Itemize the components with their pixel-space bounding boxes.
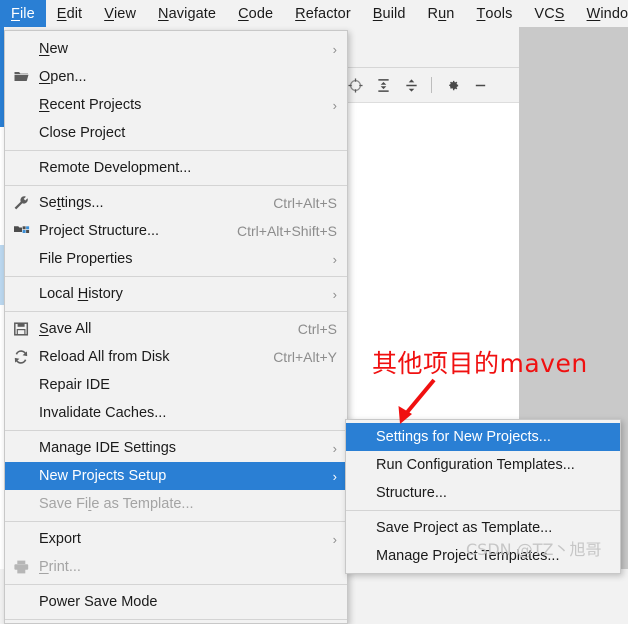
menu-item-save-all[interactable]: Save All Ctrl+S (5, 315, 347, 343)
menu-item-save-file-as-template: Save File as Template... (5, 490, 347, 518)
menubar-item-build[interactable]: Build (362, 0, 417, 27)
menu-item-close-project[interactable]: Close Project (5, 119, 347, 147)
menu-item-repair-ide[interactable]: Repair IDE (5, 371, 347, 399)
menu-item-label: New (39, 41, 69, 57)
menubar-item-code[interactable]: Code (227, 0, 284, 27)
menu-separator (5, 521, 347, 522)
menu-item-label: Recent Projects (39, 97, 142, 113)
menu-item-label: Open... (39, 69, 87, 85)
menu-separator (346, 510, 620, 511)
menubar-item-tools[interactable]: Tools (465, 0, 523, 27)
menubar-item-navigate[interactable]: Navigate (147, 0, 227, 27)
menubar-item-refactor[interactable]: Refactor (284, 0, 362, 27)
reload-icon (11, 348, 31, 366)
menu-item-print: Print... (5, 553, 347, 581)
menu-item-label: Close Project (39, 125, 126, 141)
watermark-text: CSDN @TZ丶旭哥 (466, 540, 602, 559)
menu-item-label: Remote Development... (39, 160, 192, 176)
menu-separator (5, 185, 347, 186)
menu-item-local-history[interactable]: Local History › (5, 280, 347, 308)
chevron-right-icon: › (332, 531, 337, 547)
menubar-item-view[interactable]: View (93, 0, 147, 27)
minimize-icon[interactable] (469, 74, 491, 96)
menubar-item-vcs[interactable]: VC S (523, 0, 575, 27)
annotation-arrow-icon (398, 378, 436, 424)
menu-bar: File Edit View Navigate Code Refactor Build Ru n… (0, 0, 628, 27)
menu-separator (5, 619, 347, 620)
menu-separator (5, 276, 347, 277)
menu-item-project-structure[interactable]: Project Structure... Ctrl+Alt+Shift+S (5, 217, 347, 245)
chevron-right-icon: › (332, 41, 337, 57)
menu-item-label: New Projects Setup (39, 468, 167, 484)
menu-item-label: Save All (39, 321, 92, 337)
modules-icon (11, 222, 31, 240)
menu-item-shortcut: Ctrl+Alt+Y (273, 349, 337, 365)
menu-item-run-configuration-templates[interactable]: Run Configuration Templates... (346, 451, 620, 479)
wrench-icon (11, 194, 31, 212)
menu-separator (5, 311, 347, 312)
menu-item-new-projects-setup[interactable]: New Projects Setup › (5, 462, 347, 490)
menu-item-reload-all-from-disk[interactable]: Reload All from Disk Ctrl+Alt+Y (5, 343, 347, 371)
menu-item-label: Project Structure... (39, 223, 160, 239)
annotation-text: 其他项目的maven (372, 349, 588, 378)
menu-item-invalidate-caches[interactable]: Invalidate Caches... (5, 399, 347, 427)
menu-item-structure[interactable]: Structure... (346, 479, 620, 507)
menu-item-label: Save Project as Template... (376, 520, 553, 536)
menu-item-export[interactable]: Export › (5, 525, 347, 553)
menu-item-power-save-mode[interactable]: Power Save Mode (5, 588, 347, 616)
print-icon (11, 558, 31, 576)
collapse-all-icon[interactable] (400, 74, 422, 96)
menu-item-settings[interactable]: Settings... Ctrl+Alt+S (5, 189, 347, 217)
menu-item-label: Print... (39, 559, 81, 575)
menu-item-shortcut: Ctrl+Alt+S (273, 195, 337, 211)
gear-icon[interactable] (441, 74, 463, 96)
menu-item-label: Power Save Mode (39, 594, 158, 610)
menu-item-label: Settings... (39, 195, 104, 211)
menubar-item-file[interactable]: File (0, 0, 46, 27)
menubar-item-window[interactable]: Window (576, 0, 628, 27)
menu-item-label: Local History (39, 286, 123, 302)
menu-item-shortcut: Ctrl+S (297, 321, 337, 337)
menu-item-new[interactable]: New › (5, 35, 347, 63)
chevron-right-icon: › (332, 468, 337, 484)
menu-item-shortcut: Ctrl+Alt+Shift+S (237, 223, 337, 239)
chevron-right-icon: › (332, 286, 337, 302)
menu-item-manage-ide-settings[interactable]: Manage IDE Settings › (5, 434, 347, 462)
menu-separator (5, 430, 347, 431)
chevron-right-icon: › (332, 440, 337, 456)
menubar-item-run[interactable]: Run (417, 0, 466, 27)
menu-item-label: Invalidate Caches... (39, 405, 167, 421)
menu-item-label: Save File as Template... (39, 496, 194, 512)
expand-all-icon[interactable] (372, 74, 394, 96)
menu-item-label: Structure... (376, 485, 447, 501)
menu-item-open[interactable]: Open... (5, 63, 347, 91)
menu-separator (5, 584, 347, 585)
menu-item-label: Manage IDE Settings (39, 440, 177, 456)
menu-item-remote-development[interactable]: Remote Development... (5, 154, 347, 182)
menu-item-label: Repair IDE (39, 377, 110, 393)
menubar-item-edit[interactable]: Edit (46, 0, 93, 27)
menu-item-label: File Properties (39, 251, 133, 267)
menu-item-recent-projects[interactable]: Recent Projects › (5, 91, 347, 119)
toolbar-separator (431, 77, 432, 93)
menu-item-label: Export (39, 531, 81, 547)
chevron-right-icon: › (332, 251, 337, 267)
menu-item-label: Reload All from Disk (39, 349, 170, 365)
menu-separator (5, 150, 347, 151)
menu-item-label: Run Configuration Templates... (376, 457, 575, 473)
save-icon (11, 320, 31, 338)
menu-item-file-properties[interactable]: File Properties › (5, 245, 347, 273)
file-menu-dropdown: New › Open... Recent Projects › Close Project… (4, 30, 348, 624)
chevron-right-icon: › (332, 97, 337, 113)
folder-icon (11, 68, 31, 86)
menu-item-label: Settings for New Projects... (376, 429, 551, 445)
